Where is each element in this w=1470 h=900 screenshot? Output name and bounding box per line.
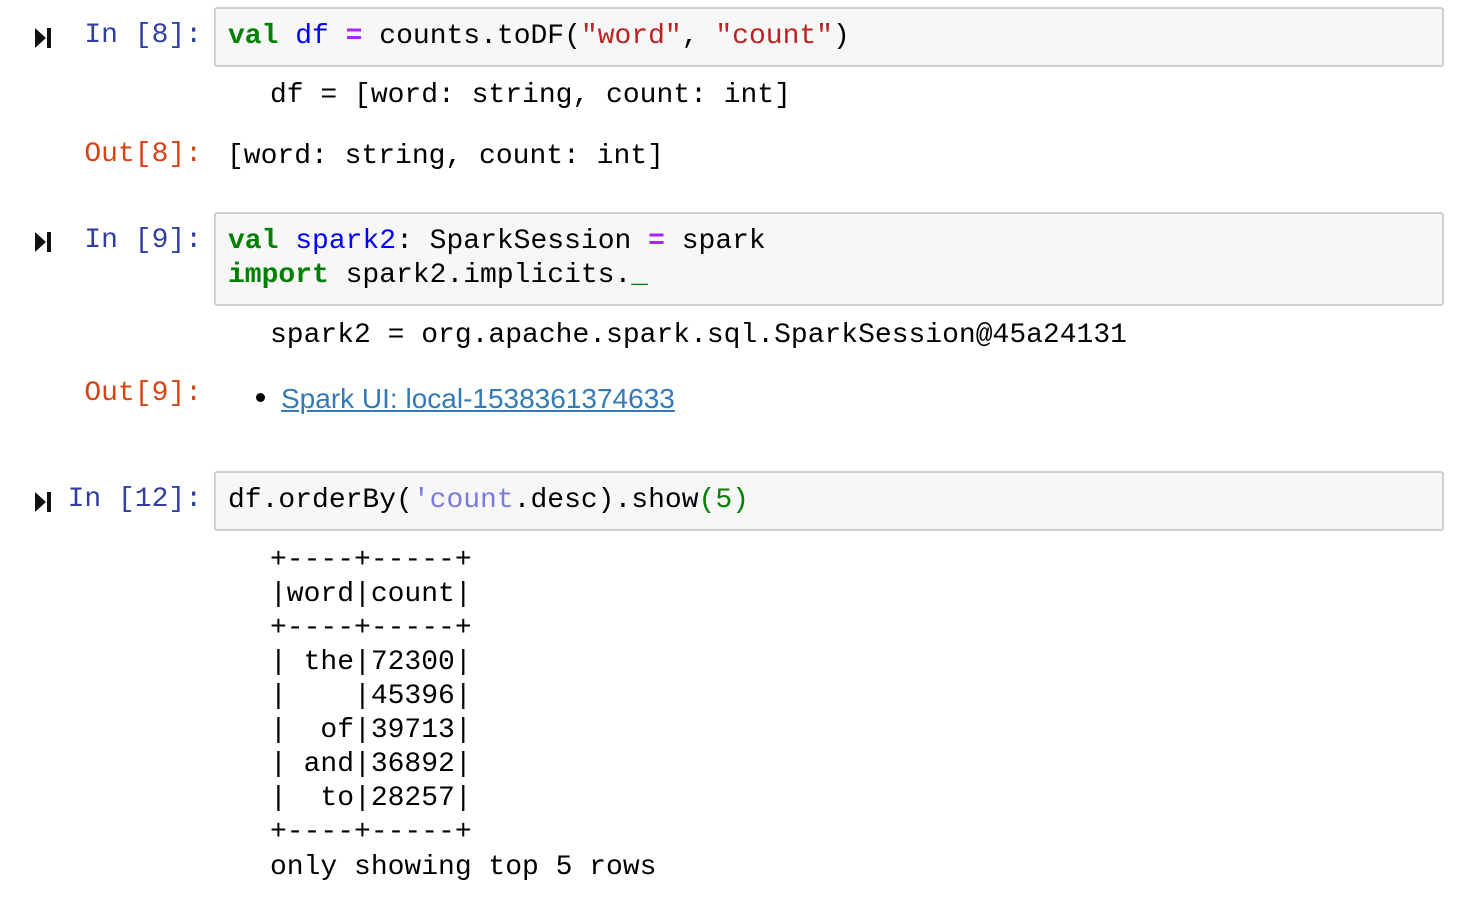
operator: = bbox=[345, 21, 363, 52]
symbol-literal: 'count bbox=[412, 485, 514, 516]
stdout-text: spark2 = org.apache.spark.sql.SparkSessi… bbox=[270, 320, 1127, 351]
stdout-line: | to|28257| bbox=[270, 783, 472, 814]
code-punct: , bbox=[681, 21, 716, 52]
variable-name: spark2 bbox=[295, 226, 397, 257]
input-prompt: In [8]: bbox=[84, 20, 202, 51]
code-line: import spark2.implicits._ bbox=[228, 259, 648, 293]
output-prompt: Out[8]: bbox=[84, 139, 202, 170]
code-cell-input[interactable]: df.orderBy('count.desc).show(5) bbox=[214, 471, 1444, 531]
output-result: [word: string, count: int] bbox=[227, 141, 664, 172]
stdout-line: only showing top 5 rows bbox=[270, 852, 657, 883]
code-cell-input[interactable]: val df = counts.toDF("word", "count") bbox=[214, 7, 1444, 67]
keyword: import bbox=[228, 260, 329, 291]
run-cell-icon[interactable] bbox=[35, 490, 53, 514]
stdout-line: +----+-----+ bbox=[270, 545, 472, 576]
code-line: df.orderBy('count.desc).show(5) bbox=[228, 484, 749, 518]
import-path: spark2.implicits. bbox=[328, 260, 632, 291]
spark-ui-link[interactable]: Spark UI: local-1538361374633 bbox=[281, 382, 675, 416]
run-cell-icon[interactable] bbox=[35, 230, 53, 254]
stdout-line: +----+-----+ bbox=[270, 817, 472, 848]
stdout-line: | and|36892| bbox=[270, 749, 472, 780]
code-punct: ) bbox=[832, 21, 850, 52]
number-literal: (5) bbox=[698, 485, 749, 516]
input-prompt: In [9]: bbox=[84, 225, 202, 256]
run-cell-icon[interactable] bbox=[35, 26, 53, 50]
code-line: val df = counts.toDF("word", "count") bbox=[228, 20, 850, 54]
code-expression: counts.toDF( bbox=[379, 21, 581, 52]
output-prompt: Out[9]: bbox=[84, 378, 202, 409]
stdout-line: +----+-----+ bbox=[270, 613, 472, 644]
stdout-text: df = [word: string, count: int] bbox=[270, 80, 791, 111]
keyword: val bbox=[228, 21, 279, 52]
keyword: val bbox=[228, 226, 279, 257]
input-prompt: In [12]: bbox=[67, 484, 202, 515]
stdout-line: |word|count| bbox=[270, 579, 472, 610]
operator: = bbox=[648, 226, 665, 257]
string-literal: "count" bbox=[715, 21, 833, 52]
stdout-line: | of|39713| bbox=[270, 715, 472, 746]
variable-name: df bbox=[295, 21, 329, 52]
code-cell-input[interactable]: val spark2: SparkSession = spark import … bbox=[214, 212, 1444, 306]
code-expression: spark bbox=[664, 226, 766, 257]
type-annotation: : SparkSession bbox=[396, 226, 649, 257]
stdout-line: | the|72300| bbox=[270, 647, 472, 678]
string-literal: "word" bbox=[580, 21, 682, 52]
code-line: val spark2: SparkSession = spark bbox=[228, 225, 766, 259]
code-expression: .desc).show bbox=[513, 485, 699, 516]
bullet bbox=[256, 393, 265, 402]
stdout-line: | |45396| bbox=[270, 681, 472, 712]
wildcard: _ bbox=[631, 260, 649, 291]
code-expression: df.orderBy( bbox=[228, 485, 413, 516]
